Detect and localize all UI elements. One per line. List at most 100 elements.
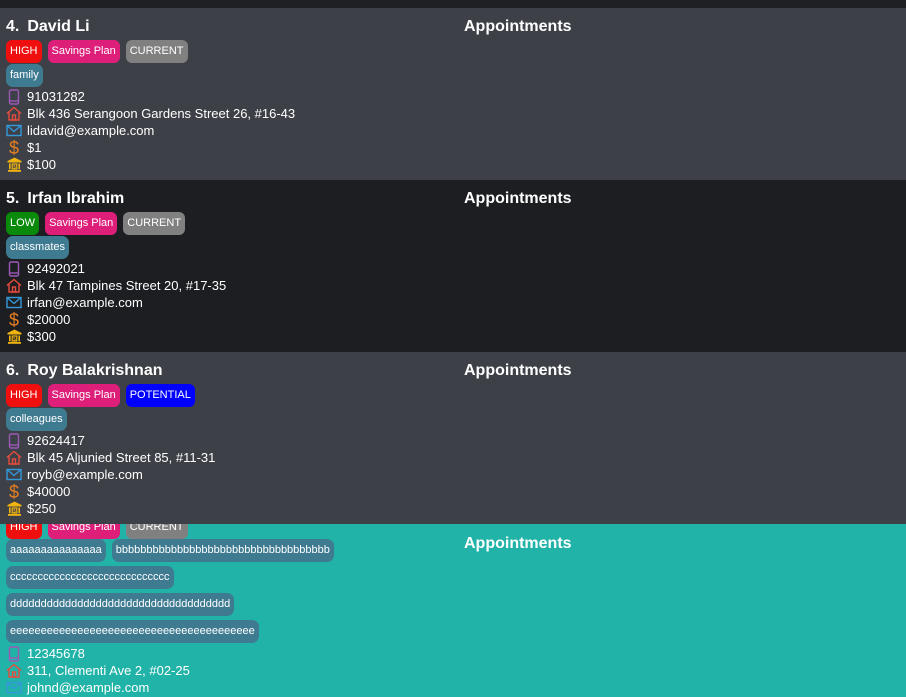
phone-value: 92624417 [27, 433, 85, 448]
phone-icon [6, 432, 22, 449]
email-value: lidavid@example.com [27, 123, 155, 138]
person-name-text: David Li [27, 18, 90, 35]
address-value: Blk 47 Tampines Street 20, #17-35 [27, 278, 227, 293]
person-card[interactable]: 6. Roy Balakrishnan HIGH Savings Plan POT… [0, 352, 906, 524]
bank-icon: $ [6, 157, 22, 173]
email-row: lidavid@example.com [6, 122, 154, 139]
home-icon [6, 278, 22, 294]
svg-text:$: $ [12, 164, 15, 170]
priority-tag: HIGH [6, 524, 42, 539]
savings-value: $100 [27, 157, 56, 172]
person-index: 4. [6, 18, 20, 35]
income-row: $ $20000 [6, 309, 71, 330]
label-tag: bbbbbbbbbbbbbbbbbbbbbbbbbbbbbbbbbbb [111, 539, 334, 562]
income-row: $ $40000 [6, 481, 70, 502]
mail-icon [6, 295, 22, 311]
dollar-icon: $ [8, 481, 19, 502]
email-value: royb@example.com [27, 467, 143, 482]
income-value: $20000 [27, 312, 71, 327]
plan-tag: Savings Plan [47, 384, 120, 407]
person-name-text: Irfan Ibrahim [27, 190, 125, 207]
person-name: 6. Roy Balakrishnan [6, 362, 163, 380]
savings-value: $300 [27, 329, 56, 344]
address-row: Blk 47 Tampines Street 20, #17-35 [6, 277, 226, 294]
email-row: irfan@example.com [6, 294, 143, 311]
phone-row: 92624417 [6, 432, 85, 449]
address-row: 311, Clementi Ave 2, #02-25 [6, 662, 190, 679]
label-tags: family [6, 64, 43, 87]
person-name: 4. David Li [6, 18, 90, 36]
label-tags: aaaaaaaaaaaaaaa bbbbbbbbbbbbbbbbbbbbbbbb… [6, 539, 334, 562]
savings-row: $ $100 [6, 156, 56, 173]
plan-tag: Savings Plan [47, 40, 120, 63]
person-card[interactable]: 5. Irfan Ibrahim LOW Savings Plan CURRENT… [0, 180, 906, 352]
status-tags: HIGH Savings Plan CURRENT [6, 524, 188, 539]
priority-tag: LOW [6, 212, 40, 235]
person-card[interactable]: 4. David Li HIGH Savings Plan CURRENT fam… [0, 8, 906, 180]
mail-icon [6, 467, 22, 483]
label-tag: aaaaaaaaaaaaaaa [6, 539, 106, 562]
phone-icon [6, 260, 22, 277]
savings-row: $ $250 [6, 500, 56, 517]
label-tag: ccccccccccccccccccccccccccccc [6, 566, 174, 589]
home-icon [6, 450, 22, 466]
appointments-heading: Appointments [464, 18, 572, 35]
phone-row: 91031282 [6, 88, 85, 105]
email-row: johnd@example.com [6, 679, 149, 696]
label-tag: colleagues [6, 408, 67, 431]
status-tag: POTENTIAL [125, 384, 195, 407]
address-value: Blk 45 Aljunied Street 85, #11-31 [27, 450, 216, 465]
email-value: johnd@example.com [27, 680, 150, 695]
phone-value: 12345678 [27, 646, 85, 661]
savings-value: $250 [27, 501, 56, 516]
address-row: Blk 436 Serangoon Gardens Street 26, #16… [6, 105, 295, 122]
label-tags: eeeeeeeeeeeeeeeeeeeeeeeeeeeeeeeeeeeeeeee [6, 620, 259, 643]
person-list[interactable]: 4. David Li HIGH Savings Plan CURRENT fam… [0, 8, 906, 697]
person-index: 5. [6, 190, 20, 207]
label-tags: dddddddddddddddddddddddddddddddddddd [6, 593, 235, 616]
mail-icon [6, 123, 22, 139]
appointments-heading: Appointments [464, 362, 572, 379]
label-tags: ccccccccccccccccccccccccccccc [6, 566, 174, 589]
appointments-heading: Appointments [464, 535, 572, 552]
status-tags: LOW Savings Plan CURRENT [6, 212, 186, 235]
status-tags: HIGH Savings Plan CURRENT [6, 40, 188, 63]
phone-value: 91031282 [27, 89, 85, 104]
label-tags: colleagues [6, 408, 67, 431]
income-row: $ $1 [6, 137, 42, 158]
dollar-icon: $ [8, 137, 19, 158]
address-value: 311, Clementi Ave 2, #02-25 [27, 663, 190, 678]
label-tag: classmates [6, 236, 70, 259]
phone-row: 92492021 [6, 260, 85, 277]
address-row: Blk 45 Aljunied Street 85, #11-31 [6, 449, 215, 466]
person-name-text: Roy Balakrishnan [27, 362, 163, 379]
person-index: 6. [6, 362, 20, 379]
appointments-heading: Appointments [464, 190, 572, 207]
plan-tag: Savings Plan [45, 212, 118, 235]
phone-row: 12345678 [6, 645, 85, 662]
email-value: irfan@example.com [27, 295, 143, 310]
home-icon [6, 663, 22, 679]
svg-text:$: $ [12, 336, 15, 342]
income-value: $1 [27, 140, 42, 155]
svg-text:$: $ [12, 508, 15, 514]
label-tags: classmates [6, 236, 70, 259]
mail-icon [6, 680, 22, 696]
bank-icon: $ [6, 501, 22, 517]
status-tag: CURRENT [125, 40, 188, 63]
phone-icon [6, 88, 22, 105]
bank-icon: $ [6, 329, 22, 345]
savings-row: $ $300 [6, 328, 56, 345]
label-tag: eeeeeeeeeeeeeeeeeeeeeeeeeeeeeeeeeeeeeeee [6, 620, 259, 643]
email-row: royb@example.com [6, 466, 143, 483]
plan-tag: Savings Plan [47, 524, 120, 539]
label-tag: dddddddddddddddddddddddddddddddddddd [6, 593, 235, 616]
dollar-icon: $ [8, 309, 19, 330]
priority-tag: HIGH [6, 384, 42, 407]
home-icon [6, 106, 22, 122]
priority-tag: HIGH [6, 40, 42, 63]
label-tag: family [6, 64, 43, 87]
status-tag: CURRENT [125, 524, 188, 539]
phone-value: 92492021 [27, 261, 85, 276]
person-card-selected[interactable]: HIGH Savings Plan CURRENT aaaaaaaaaaaaaa… [0, 524, 906, 697]
